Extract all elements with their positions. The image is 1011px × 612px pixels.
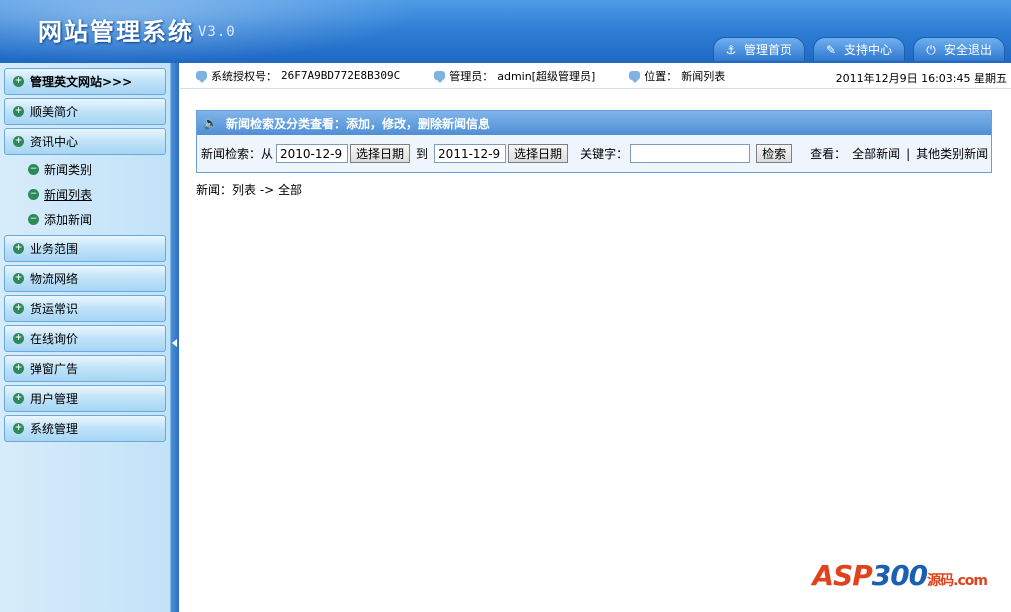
nav-support-button[interactable]: ✎ 支持中心	[812, 37, 905, 61]
license-info: 系统授权号： 26F7A9BD772E8B309C	[196, 68, 400, 84]
exit-icon: ⏻	[926, 42, 936, 57]
admin-value: admin[超级管理员]	[497, 69, 596, 83]
sidebar-item-label: 业务范围	[30, 242, 79, 256]
watermark-logo: ASP300源码.com	[812, 559, 988, 592]
view-separator: |	[906, 146, 911, 161]
sidebar-splitter[interactable]	[171, 63, 179, 612]
panel-title: 新闻检索及分类查看：添加，修改，删除新闻信息	[225, 116, 490, 131]
view-links: 查看： 全部新闻 | 其他类别新闻	[810, 145, 988, 162]
minus-icon: −	[28, 213, 39, 225]
search-button[interactable]: 检索	[756, 144, 793, 163]
watermark-sub: 源码	[927, 573, 954, 589]
keyword-label: 关键字：	[580, 147, 629, 161]
sidebar-item-logistics[interactable]: + 物流网络	[4, 265, 166, 292]
sidebar: + 管理英文网站>>> + 顺美简介 + 资讯中心 − 新闻类别 − 新闻列表 …	[0, 63, 171, 612]
sidebar-item-english-site[interactable]: + 管理英文网站>>>	[4, 68, 166, 95]
search-label: 新闻检索：从	[201, 147, 274, 161]
from-date-picker-button[interactable]: 选择日期	[350, 144, 411, 163]
to-label: 到	[416, 147, 429, 161]
license-label: 系统授权号：	[211, 69, 277, 83]
sidebar-item-system-management[interactable]: + 系统管理	[4, 415, 166, 442]
sidebar-subitem-add-news[interactable]: − 添加新闻	[28, 209, 92, 229]
datetime: 2011年12月9日 16:03:45 星期五	[835, 72, 1007, 85]
panel-body: 新闻检索：从 选择日期 到 选择日期 关键字： 检索 查看： 全部新闻 | 其他…	[197, 135, 991, 172]
minus-icon: −	[28, 188, 39, 200]
view-other-news-link[interactable]: 其他类别新闻	[916, 145, 988, 162]
breadcrumb: 新闻：列表 -> 全部	[196, 183, 303, 197]
news-search-panel: 🔈 新闻检索及分类查看：添加，修改，删除新闻信息 新闻检索：从 选择日期 到 选…	[196, 110, 992, 173]
app-title: 网站管理系统	[38, 17, 194, 46]
sidebar-item-online-inquiry[interactable]: + 在线询价	[4, 325, 166, 352]
nav-logout-label: 安全退出	[943, 43, 992, 57]
sidebar-item-label: 顺美简介	[30, 105, 79, 119]
speaker-icon: 🔈	[203, 116, 218, 130]
minus-icon: −	[28, 163, 39, 175]
info-bar: 系统授权号： 26F7A9BD772E8B309C 管理员： admin[超级管理员…	[180, 63, 1011, 89]
watermark-num: 300	[871, 559, 928, 592]
keyword-input[interactable]	[630, 144, 751, 163]
sidebar-item-user-management[interactable]: + 用户管理	[4, 385, 166, 412]
admin-label: 管理员：	[449, 69, 494, 83]
plus-icon: +	[13, 106, 24, 117]
admin-info: 管理员： admin[超级管理员]	[434, 68, 595, 84]
panel-header: 🔈 新闻检索及分类查看：添加，修改，删除新闻信息	[197, 111, 991, 135]
sidebar-item-label: 系统管理	[30, 422, 79, 436]
sidebar-item-label: 弹窗广告	[30, 362, 79, 376]
plus-icon: +	[13, 333, 24, 344]
sidebar-subitem-label: 添加新闻	[44, 212, 93, 227]
sidebar-subitem-news-list[interactable]: − 新闻列表	[28, 184, 92, 204]
speech-bubble-icon	[434, 71, 446, 83]
plus-icon: +	[13, 303, 24, 314]
view-label: 查看：	[810, 147, 847, 161]
from-date-input[interactable]	[276, 144, 349, 163]
plus-icon: +	[13, 393, 24, 404]
sidebar-item-news-center[interactable]: + 资讯中心	[4, 128, 166, 155]
app-version: V3.0	[198, 24, 236, 40]
to-date-input[interactable]	[434, 144, 507, 163]
view-all-news-link[interactable]: 全部新闻	[852, 145, 900, 162]
nav-logout-button[interactable]: ⏻ 安全退出	[912, 37, 1005, 61]
sidebar-item-label: 物流网络	[30, 272, 79, 286]
location-info: 位置： 新闻列表	[629, 68, 725, 84]
anchor-icon: ⚓	[725, 42, 737, 57]
sidebar-item-label: 资讯中心	[30, 135, 79, 149]
watermark-brand: ASP	[812, 559, 872, 592]
plus-icon: +	[13, 243, 24, 254]
nav-home-label: 管理首页	[743, 43, 792, 57]
location-value: 新闻列表	[681, 69, 726, 83]
nav-support-label: 支持中心	[843, 43, 892, 57]
plus-icon: +	[13, 136, 24, 147]
sidebar-item-shipping-tips[interactable]: + 货运常识	[4, 295, 166, 322]
sidebar-item-label: 用户管理	[30, 392, 79, 406]
sidebar-item-label: 货运常识	[30, 302, 79, 316]
watermark-domain: .com	[953, 573, 988, 589]
sidebar-subitem-news-category[interactable]: − 新闻类别	[28, 159, 92, 179]
top-nav: ⚓ 管理首页 ✎ 支持中心 ⏻ 安全退出	[712, 37, 1005, 61]
main-content: 系统授权号： 26F7A9BD772E8B309C 管理员： admin[超级管理员…	[180, 63, 1011, 612]
to-date-picker-button[interactable]: 选择日期	[508, 144, 569, 163]
plus-icon: +	[13, 273, 24, 284]
nav-home-button[interactable]: ⚓ 管理首页	[712, 37, 805, 61]
license-value: 26F7A9BD772E8B309C	[281, 69, 401, 82]
location-label: 位置：	[644, 69, 678, 83]
sidebar-item-business[interactable]: + 业务范围	[4, 235, 166, 262]
sidebar-subitem-label: 新闻类别	[44, 162, 93, 177]
speech-bubble-icon	[629, 71, 641, 83]
plus-icon: +	[13, 76, 24, 87]
sidebar-item-popup-ads[interactable]: + 弹窗广告	[4, 355, 166, 382]
speech-bubble-icon	[196, 71, 207, 83]
plus-icon: +	[13, 363, 24, 374]
sidebar-item-label: 管理英文网站>>>	[30, 75, 133, 89]
collapse-arrow-icon[interactable]	[172, 339, 177, 347]
header-bar: 网站管理系统 V3.0 ⚓ 管理首页 ✎ 支持中心 ⏻ 安全退出	[0, 0, 1011, 63]
sidebar-item-label: 在线询价	[30, 332, 79, 346]
support-icon: ✎	[825, 42, 836, 57]
sidebar-item-intro[interactable]: + 顺美简介	[4, 98, 166, 125]
sidebar-subitem-label: 新闻列表	[44, 187, 93, 202]
plus-icon: +	[13, 423, 24, 434]
